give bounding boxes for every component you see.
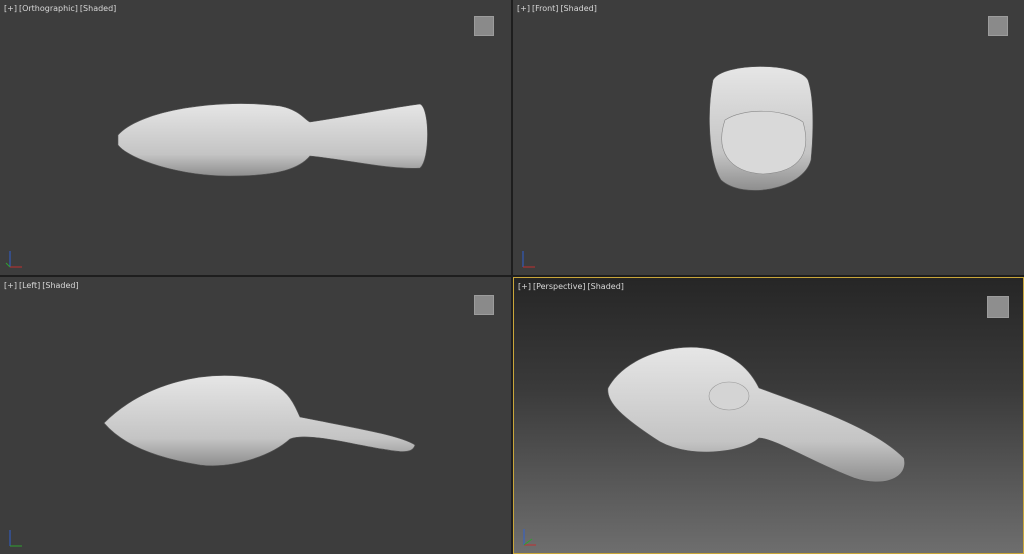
duck-model-top — [117, 103, 428, 177]
axis-tripod-icon — [522, 251, 535, 268]
axis-tripod-icon — [5, 251, 22, 268]
duck-model-front — [709, 66, 814, 191]
viewport-left[interactable]: [+] [Left] [Shaded] — [0, 277, 511, 554]
axis-tripod-icon — [523, 529, 536, 546]
viewport-orthographic[interactable]: [+] [Orthographic] [Shaded] — [0, 0, 511, 275]
duck-model-perspective — [607, 346, 905, 483]
duck-model-side — [103, 375, 416, 467]
viewport-perspective[interactable]: [+] [Perspective] [Shaded] — [513, 277, 1024, 554]
axis-tripod-icon — [9, 530, 22, 547]
viewport-front[interactable]: [+] [Front] [Shaded] — [513, 0, 1024, 275]
